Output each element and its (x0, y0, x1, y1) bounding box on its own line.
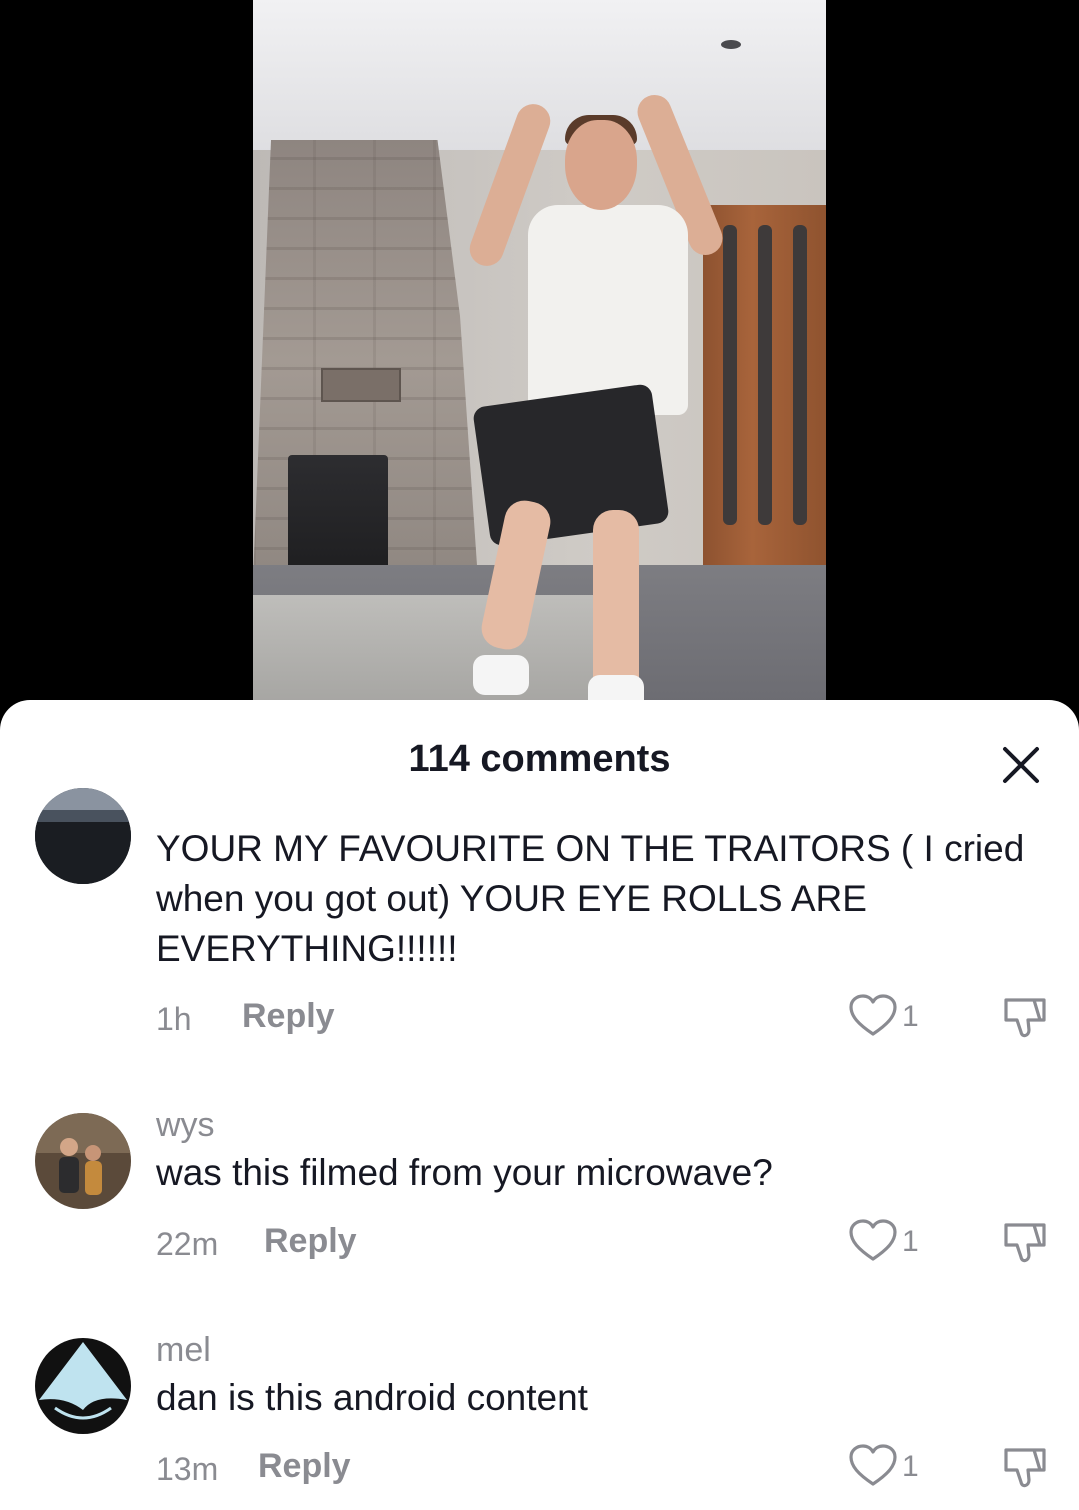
like-count: 1 (902, 1000, 919, 1033)
reply-button[interactable]: Reply (258, 1447, 351, 1486)
comment-item: YOUR MY FAVOURITE ON THE TRAITORS ( I cr… (0, 700, 1079, 1038)
video-player[interactable] (0, 0, 1079, 720)
heart-outline-icon (849, 1444, 897, 1486)
video-frame (253, 0, 826, 720)
thumbs-down-icon (1004, 1448, 1046, 1488)
dislike-button[interactable] (1000, 1442, 1050, 1492)
comment-username[interactable]: mel (156, 1331, 211, 1370)
comment-item: wys was this filmed from your microwave?… (0, 1030, 1079, 1263)
avatar[interactable] (35, 788, 131, 884)
like-count: 1 (902, 1225, 919, 1258)
wall-plaque (321, 368, 401, 402)
avatar[interactable] (35, 1113, 131, 1209)
dancing-person (453, 80, 733, 720)
comment-username[interactable]: wys (156, 1106, 215, 1145)
comment-timestamp: 13m (156, 1451, 219, 1487)
comment-text: was this filmed from your microwave? (156, 1152, 773, 1193)
comment-text: YOUR MY FAVOURITE ON THE TRAITORS ( I cr… (156, 828, 1025, 969)
avatar[interactable] (35, 1338, 131, 1434)
like-button[interactable] (848, 1444, 898, 1488)
like-count: 1 (902, 1450, 919, 1483)
comments-sheet: 114 comments YOUR MY FAVOURITE ON THE TR… (0, 700, 1079, 1510)
ceiling-light (721, 40, 741, 49)
comment-item: mel dan is this android content 13m Repl… (0, 1255, 1079, 1510)
comment-text: dan is this android content (156, 1377, 588, 1418)
